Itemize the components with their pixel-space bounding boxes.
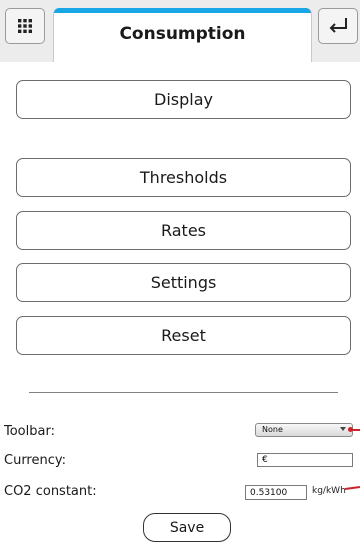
- currency-input[interactable]: [257, 453, 353, 467]
- page-title: Consumption: [119, 24, 246, 44]
- settings-button-label: Settings: [150, 273, 217, 292]
- co2-constant-label: CO2 constant:: [4, 484, 97, 499]
- display-button-label: Display: [154, 90, 213, 109]
- rates-button[interactable]: Rates: [16, 211, 351, 250]
- toolbar-marker-line: [353, 429, 360, 431]
- thresholds-button-label: Thresholds: [139, 168, 228, 187]
- rates-button-label: Rates: [160, 221, 207, 240]
- back-button[interactable]: [318, 8, 358, 44]
- header-bar: Consumption: [0, 0, 360, 62]
- co2-constant-input[interactable]: [245, 485, 307, 500]
- title-accent-bar: [54, 8, 311, 13]
- toolbar-select-value: None: [262, 425, 283, 434]
- reset-button[interactable]: Reset: [16, 316, 351, 355]
- toolbar-select[interactable]: None: [255, 423, 353, 437]
- grid-menu-icon: [18, 19, 32, 33]
- settings-button[interactable]: Settings: [16, 263, 351, 302]
- chevron-down-icon: [340, 427, 346, 431]
- toolbar-marker-dot: [348, 427, 353, 432]
- co2-marker-line: [344, 485, 360, 491]
- co2-unit-label: kg/kWh: [312, 486, 346, 496]
- display-button[interactable]: Display: [16, 80, 351, 119]
- reset-button-label: Reset: [161, 326, 206, 345]
- return-arrow-icon: [329, 18, 347, 33]
- save-button-label: Save: [169, 519, 205, 536]
- save-button[interactable]: Save: [143, 513, 231, 542]
- currency-label: Currency:: [4, 453, 67, 468]
- thresholds-button[interactable]: Thresholds: [16, 158, 351, 197]
- toolbar-label: Toolbar:: [4, 424, 55, 439]
- grid-menu-button[interactable]: [5, 8, 45, 44]
- section-divider: [29, 392, 338, 393]
- title-tab: Consumption: [53, 8, 312, 62]
